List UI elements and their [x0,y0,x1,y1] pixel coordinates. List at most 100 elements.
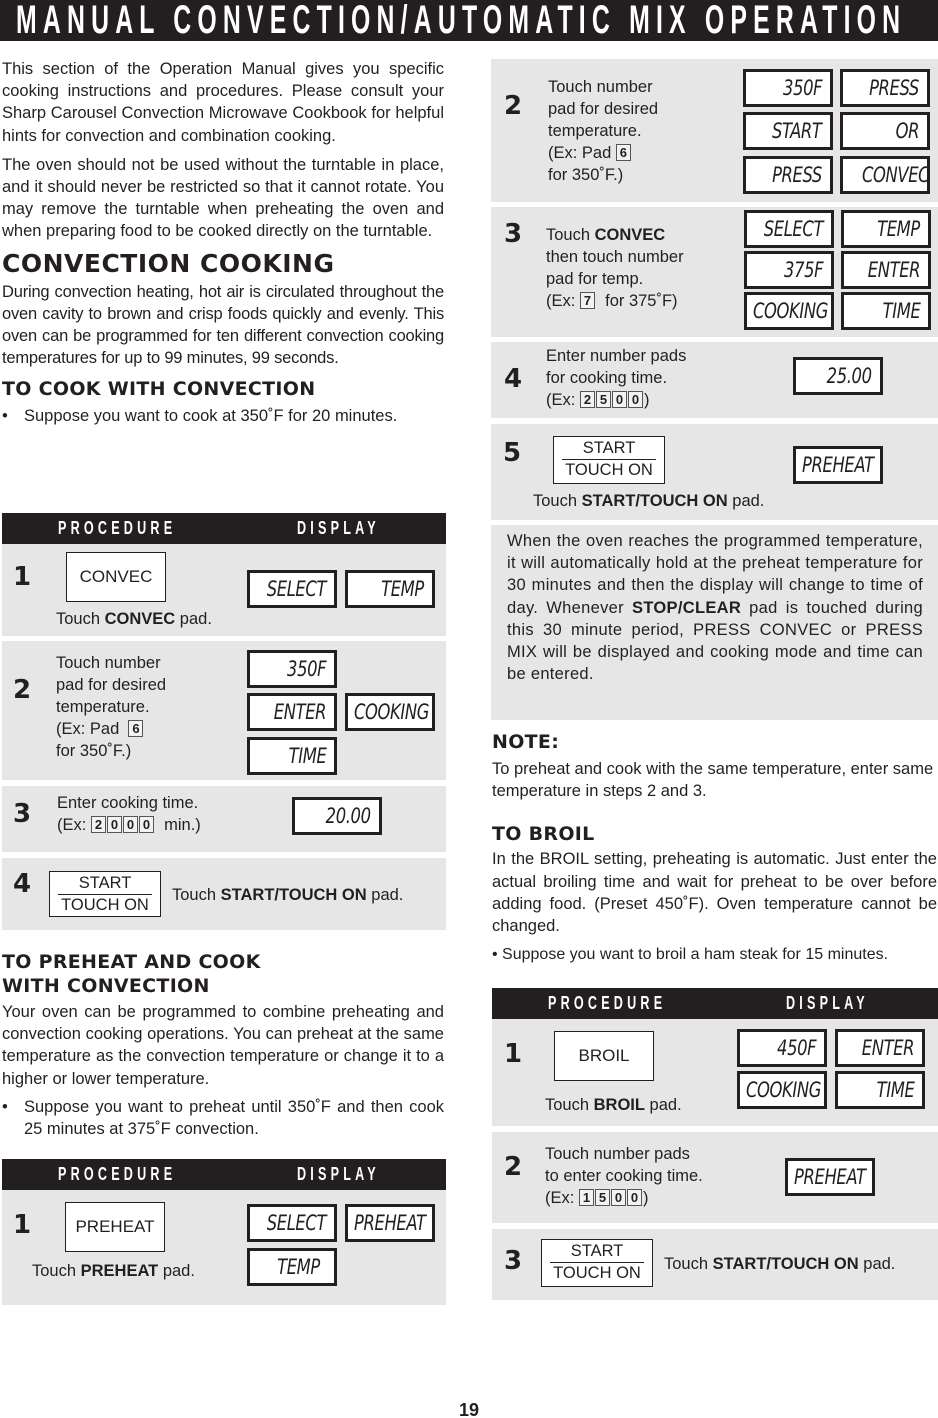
lcd-display: SELECT [744,210,834,248]
step-instruction: Touch number pad for desired temperature… [548,78,659,184]
broil-step-3: 3 START TOUCH ON Touch START/TOUCH ON pa… [492,1229,938,1300]
number-key: 0 [626,1189,642,1206]
lcd-display: 25.00 [793,357,883,395]
preheat-step-1: 1 PREHEAT Touch PREHEAT pad. SELECT PREH… [2,1190,446,1305]
bullet-text: Suppose you want to cook at 350˚F for 20… [24,407,398,426]
start-touch-on-pad-button[interactable]: START TOUCH ON [49,871,161,917]
step-instruction: Touch number pad for desired temperature… [56,654,167,760]
lcd-display: CONVEC [840,156,930,194]
lcd-display: SELECT [247,1204,337,1242]
lcd-display: TEMP [841,210,931,248]
step-number: 4 [504,364,523,394]
broil-body: In the BROIL setting, preheating is auto… [492,850,937,936]
preheat-body: Your oven can be programmed to combine p… [2,1003,444,1088]
convection-step-3: 3 Enter cooking time. (Ex: 2000 min.) 20… [2,786,446,852]
preheat-step-3: 3 Touch CONVEC then touch number pad for… [491,207,938,337]
start-touch-on-pad-button[interactable]: START TOUCH ON [541,1239,653,1287]
number-key: 5 [594,1189,610,1206]
procedure-label: PROCEDURE [548,993,667,1013]
preheat-bullet: • Suppose you want to preheat until 350˚F… [2,1097,444,1138]
number-key: 2 [90,816,106,833]
left-column: This section of the Operation Manual giv… [2,58,444,427]
lcd-display: START [743,112,833,150]
start-touch-on-pad-button[interactable]: START TOUCH ON [553,436,665,484]
lcd-display: OR [840,112,930,150]
preheat-heading-2: WITH CONVECTION [2,975,210,997]
step-number: 3 [504,1246,523,1276]
lcd-display: COOKING [737,1071,827,1109]
lcd-display: PREHEAT [345,1204,435,1242]
lcd-display: 20.00 [292,797,382,835]
lcd-display: TIME [841,292,931,330]
step-number: 2 [504,91,523,121]
step-number: 3 [13,799,32,829]
step-instruction: Touch CONVEC then touch number pad for t… [546,226,684,310]
bullet-text: Suppose you want to preheat until 350˚F … [24,1097,444,1138]
step-instruction: Enter number pads for cooking time. (Ex:… [546,347,687,409]
step-instruction: Touch START/TOUCH ON pad. [533,492,765,510]
note-body: To preheat and cook with the same temper… [492,760,934,801]
page-title-bar: MANUAL CONVECTION/AUTOMATIC MIX OPERATIO… [0,0,938,41]
broil-pad-button[interactable]: BROIL [554,1031,654,1081]
convection-step-2: 2 Touch number pad for desired temperatu… [2,641,446,780]
preheat-heading-1: TO PREHEAT AND COOK [2,951,261,973]
lcd-display: 450F [737,1029,827,1067]
step-instruction: Touch START/TOUCH ON pad. [172,886,404,904]
lcd-display: COOKING [345,693,435,731]
step-instruction: Touch PREHEAT pad. [32,1262,195,1280]
display-label: DISPLAY [786,993,869,1013]
lcd-display: TIME [247,737,337,775]
convec-pad-button[interactable]: CONVEC [66,552,166,602]
page-title: MANUAL CONVECTION/AUTOMATIC MIX OPERATIO… [16,0,907,42]
broil-step-2: 2 Touch number pads to enter cooking tim… [492,1132,938,1223]
lcd-display: ENTER [835,1029,925,1067]
number-key: 0 [627,391,643,408]
procedure-label: PROCEDURE [58,1164,177,1184]
step-instruction: Touch BROIL pad. [545,1096,682,1114]
step-number: 5 [503,438,522,468]
lcd-display: PREHEAT [785,1158,875,1196]
convection-step-4: 4 START TOUCH ON Touch START/TOUCH ON pa… [2,858,446,930]
preheat-step-5: 5 START TOUCH ON PREHEAT Touch START/TOU… [491,424,938,520]
convection-cooking-body: During convection heating, hot air is ci… [2,282,444,368]
lcd-display: COOKING [744,292,834,330]
lcd-display: PRESS [743,156,833,194]
lcd-display: TIME [835,1071,925,1109]
preheat-step-4: 4 Enter number pads for cooking time. (E… [491,342,938,418]
preheat-section: TO PREHEAT AND COOK WITH CONVECTION Your… [2,950,444,1140]
cook-with-convection-heading: TO COOK WITH CONVECTION [2,378,316,401]
preheat-pad-button[interactable]: PREHEAT [65,1202,165,1252]
number-key: 7 [579,292,595,309]
step-number: 1 [13,562,32,592]
lcd-display: ENTER [247,693,337,731]
lcd-display: 350F [743,69,833,107]
step-number: 1 [504,1039,523,1069]
step-number: 4 [13,869,32,899]
procedure-display-header: PROCEDURE DISPLAY [492,988,938,1019]
preheat-hold-note: When the oven reaches the programmed tem… [491,525,938,720]
lcd-display: 350F [247,650,337,688]
step-number: 2 [504,1152,523,1182]
intro-paragraph-1: This section of the Operation Manual giv… [2,60,444,145]
procedure-display-header: PROCEDURE DISPLAY [2,1159,446,1190]
number-key: 2 [579,391,595,408]
convection-cooking-heading: CONVECTION COOKING [2,248,335,278]
number-key: 0 [611,391,627,408]
lcd-display: SELECT [247,570,337,608]
preheat-step-2: 2 Touch number pad for desired temperatu… [491,59,938,202]
lcd-display: PRESS [840,69,930,107]
intro-paragraph-2: The oven should not be used without the … [2,155,444,241]
number-key: 0 [122,816,138,833]
lcd-display: 375F [744,251,834,289]
step-number: 2 [13,675,32,705]
cook-with-convection-bullet: • Suppose you want to cook at 350˚F for 2… [2,407,398,426]
step-number: 1 [13,1210,32,1240]
broil-heading: TO BROIL [492,823,595,846]
display-label: DISPLAY [297,1164,380,1184]
number-key: 5 [595,391,611,408]
hold-note-text: When the oven reaches the programmed tem… [507,532,923,684]
right-lower-text: NOTE: To preheat and cook with the same … [492,730,937,966]
step-number: 3 [504,219,523,249]
broil-step-1: 1 BROIL Touch BROIL pad. 450F ENTER COOK… [492,1019,938,1126]
procedure-display-header: PROCEDURE DISPLAY [2,513,446,544]
